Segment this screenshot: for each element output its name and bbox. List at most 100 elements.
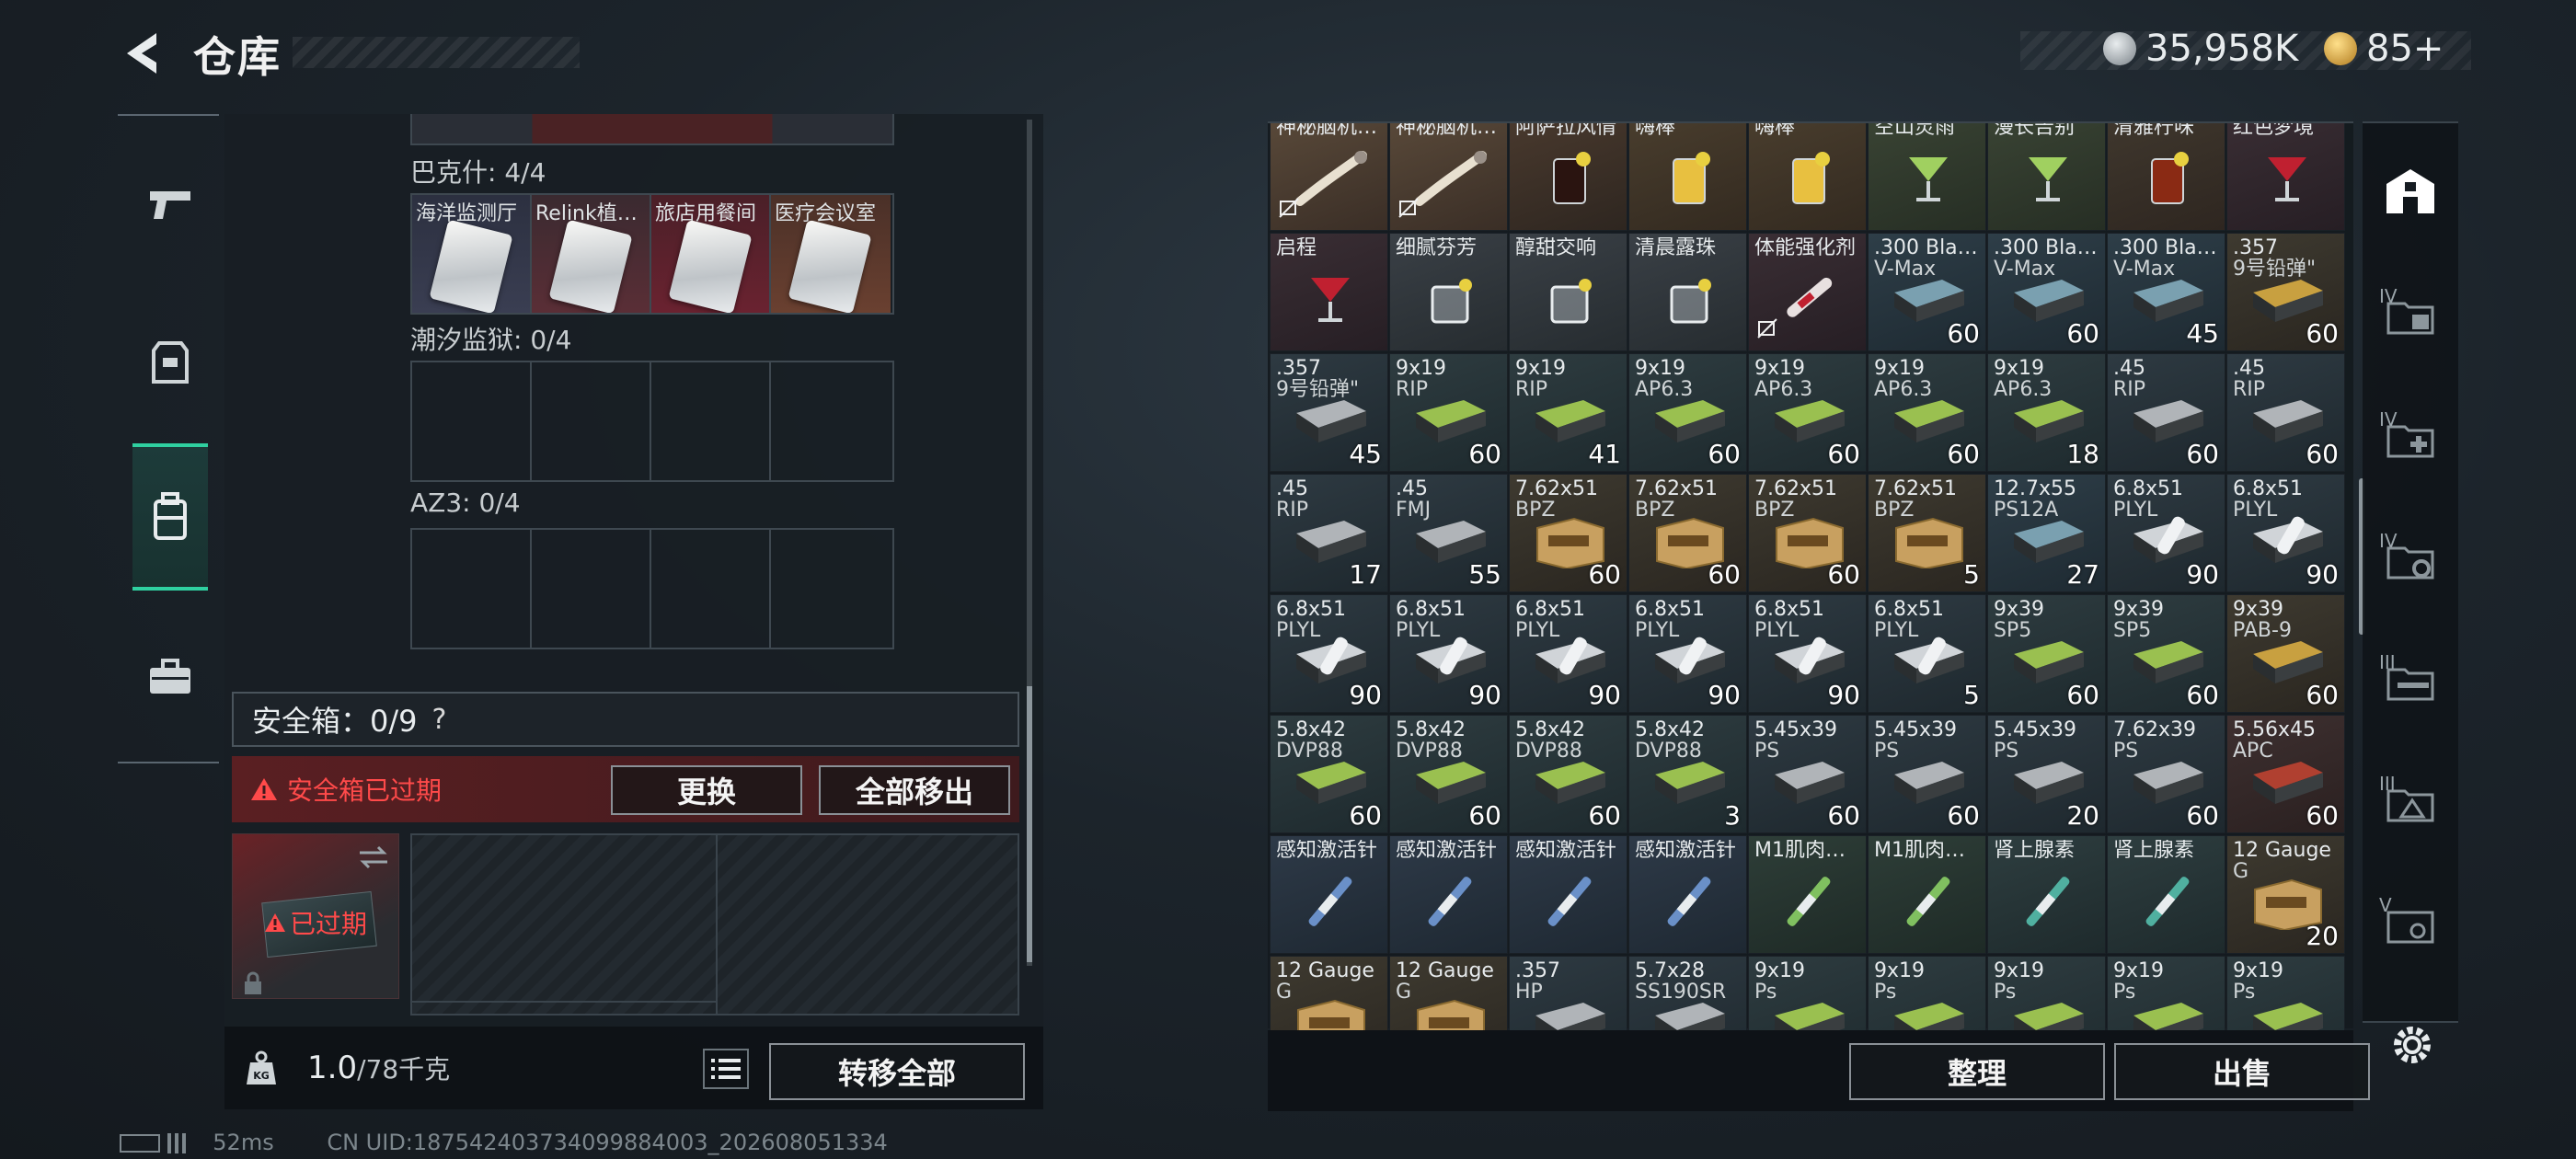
stash-item[interactable]: 肾上腺素 xyxy=(2107,835,2225,954)
stash-item[interactable]: 漫长告别 xyxy=(1987,123,2106,231)
stash-item[interactable]: 9x19 Ps xyxy=(2107,956,2225,1030)
stash-item[interactable]: 5.45x39 PS 60 xyxy=(1868,715,1986,833)
stash-item[interactable]: 12 Gauge G xyxy=(1270,956,1388,1030)
stash-item[interactable]: .357 9号铅弹" 60 xyxy=(2226,233,2345,351)
stash-item[interactable]: 7.62x51 BPZ 60 xyxy=(1509,474,1627,592)
nav-weapon[interactable] xyxy=(132,158,208,250)
keycard-slot[interactable]: 旅店用餐间 xyxy=(651,195,771,313)
stash-item[interactable]: 9x19 RIP 60 xyxy=(1389,353,1508,472)
nav-armor[interactable] xyxy=(132,316,208,408)
stash-item[interactable]: 6.8x51 PLYL 90 xyxy=(2107,474,2225,592)
stash-item[interactable]: 6.8x51 PLYL 90 xyxy=(1509,594,1627,713)
stash-item[interactable]: 启程 xyxy=(1270,233,1388,351)
stash-item[interactable]: 体能强化剂 xyxy=(1748,233,1867,351)
stash-item[interactable]: .45 FMJ 55 xyxy=(1389,474,1508,592)
silver-currency[interactable]: 35,958K xyxy=(2103,28,2298,70)
tab-storage-iv-2[interactable]: IV xyxy=(2379,408,2440,469)
stash-item[interactable]: 5.45x39 PS 60 xyxy=(1748,715,1867,833)
stash-item[interactable]: .45 RIP 60 xyxy=(2226,353,2345,472)
help-icon[interactable]: ? xyxy=(432,704,447,736)
stash-item[interactable]: 5.7x28 SS190SR xyxy=(1628,956,1747,1030)
stash-item[interactable]: 9x19 AP6.3 60 xyxy=(1748,353,1867,472)
stash-item[interactable]: 7.62x51 BPZ 5 xyxy=(1868,474,1986,592)
empty-slot[interactable] xyxy=(771,530,891,648)
tab-storage-iii-1[interactable]: III xyxy=(2379,651,2440,712)
stash-item[interactable]: 肾上腺素 xyxy=(1987,835,2106,954)
panel-scrollbar-thumb[interactable] xyxy=(1027,686,1032,962)
stash-item[interactable]: 清雅柠味 xyxy=(2107,123,2225,231)
empty-slot[interactable] xyxy=(651,362,771,480)
stash-item[interactable]: M1肌肉… xyxy=(1748,835,1867,954)
stash-item[interactable]: 9x39 SP5 60 xyxy=(1987,594,2106,713)
stash-item[interactable]: 9x19 AP6.3 60 xyxy=(1628,353,1747,472)
nav-backpack[interactable] xyxy=(132,443,208,591)
empty-slot[interactable] xyxy=(412,530,532,648)
replace-button[interactable]: 更换 xyxy=(611,765,802,815)
stash-item[interactable]: 红色梦境 xyxy=(2226,123,2345,231)
sell-button[interactable]: 出售 xyxy=(2114,1043,2370,1100)
stash-item[interactable]: 5.8x42 DVP88 3 xyxy=(1628,715,1747,833)
stash-item[interactable]: 12 Gauge G xyxy=(1389,956,1508,1030)
gold-currency[interactable]: 85+ xyxy=(2324,28,2444,70)
tab-storage-iv-3[interactable]: IV xyxy=(2379,530,2440,591)
safebox-case-tile[interactable]: 已过期 xyxy=(232,833,399,999)
stash-item[interactable]: 6.8x51 PLYL 90 xyxy=(1748,594,1867,713)
stash-item[interactable]: 7.62x51 BPZ 60 xyxy=(1628,474,1747,592)
keycard-slot[interactable]: 海洋监测厅 xyxy=(412,195,532,313)
empty-slot[interactable] xyxy=(532,362,651,480)
stash-item[interactable]: 清晨露珠 xyxy=(1628,233,1747,351)
stash-item[interactable]: 6.8x51 PLYL 90 xyxy=(1389,594,1508,713)
stash-item[interactable]: 9x19 AP6.3 60 xyxy=(1868,353,1986,472)
stash-item[interactable]: 5.8x42 DVP88 60 xyxy=(1270,715,1388,833)
stash-item[interactable]: 9x19 RIP 41 xyxy=(1509,353,1627,472)
settings-button[interactable] xyxy=(2386,1019,2438,1071)
stash-item[interactable]: 9x39 SP5 60 xyxy=(2107,594,2225,713)
tab-storage-iv-1[interactable]: IV xyxy=(2379,285,2440,346)
tab-storage-iii-2[interactable]: III xyxy=(2379,773,2440,833)
stash-item[interactable]: 6.8x51 PLYL 90 xyxy=(2226,474,2345,592)
stash-item[interactable]: 细腻芬芳 xyxy=(1389,233,1508,351)
stash-item[interactable]: .357 9号铅弹" 45 xyxy=(1270,353,1388,472)
stash-item[interactable]: 醇甜交响 xyxy=(1509,233,1627,351)
stash-item[interactable]: 感知激活针 xyxy=(1389,835,1508,954)
stash-item[interactable]: 感知激活针 xyxy=(1628,835,1747,954)
stash-item[interactable]: 12.7x55 PS12A 27 xyxy=(1987,474,2106,592)
stash-item[interactable]: .300 Bla… V-Max 45 xyxy=(2107,233,2225,351)
keycard-slot[interactable]: 医疗会议室 xyxy=(771,195,891,313)
tab-home[interactable] xyxy=(2381,162,2440,221)
stash-item[interactable]: 6.8x51 PLYL 90 xyxy=(1628,594,1747,713)
stash-item[interactable]: 6.8x51 PLYL 5 xyxy=(1868,594,1986,713)
safebox-grid[interactable] xyxy=(410,833,1019,1016)
stash-item[interactable]: 感知激活针 xyxy=(1270,835,1388,954)
stash-item[interactable]: 空山灵雨 xyxy=(1868,123,1986,231)
stash-item[interactable]: 感知激活针 xyxy=(1509,835,1627,954)
sort-button[interactable]: 整理 xyxy=(1849,1043,2105,1100)
stash-item[interactable]: 9x19 AP6.3 18 xyxy=(1987,353,2106,472)
stash-item[interactable]: .357 HP xyxy=(1509,956,1627,1030)
stash-item[interactable]: 9x39 PAB-9 60 xyxy=(2226,594,2345,713)
stash-item[interactable]: 嗨棒 xyxy=(1628,123,1747,231)
stash-item[interactable]: M1肌肉… xyxy=(1868,835,1986,954)
empty-slot[interactable] xyxy=(412,362,532,480)
stash-item[interactable]: 9x19 Ps xyxy=(1748,956,1867,1030)
stash-item[interactable]: .300 Bla… V-Max 60 xyxy=(1987,233,2106,351)
empty-slot[interactable] xyxy=(771,362,891,480)
list-view-button[interactable] xyxy=(703,1049,749,1089)
stash-item[interactable]: 嗨棒 xyxy=(1748,123,1867,231)
back-button[interactable] xyxy=(120,28,171,79)
nav-case[interactable] xyxy=(132,631,208,723)
stash-item[interactable]: 阿萨拉风情 xyxy=(1509,123,1627,231)
stash-item[interactable]: 9x19 Ps xyxy=(1987,956,2106,1030)
stash-item[interactable]: 7.62x39 PS 60 xyxy=(2107,715,2225,833)
stash-item[interactable]: 6.8x51 PLYL 90 xyxy=(1270,594,1388,713)
move-all-out-button[interactable]: 全部移出 xyxy=(819,765,1010,815)
tab-storage-v[interactable]: V xyxy=(2379,894,2440,955)
keycard-slot[interactable]: Relink植… xyxy=(532,195,651,313)
stash-item[interactable]: 5.8x42 DVP88 60 xyxy=(1509,715,1627,833)
transfer-all-button[interactable]: 转移全部 xyxy=(769,1043,1025,1100)
stash-item[interactable]: 神秘脑机… xyxy=(1270,123,1388,231)
stash-item[interactable]: 7.62x51 BPZ 60 xyxy=(1748,474,1867,592)
stash-item[interactable]: 9x19 Ps xyxy=(1868,956,1986,1030)
stash-item[interactable]: 神秘脑机… xyxy=(1389,123,1508,231)
stash-item[interactable]: 12 Gauge G 20 xyxy=(2226,835,2345,954)
